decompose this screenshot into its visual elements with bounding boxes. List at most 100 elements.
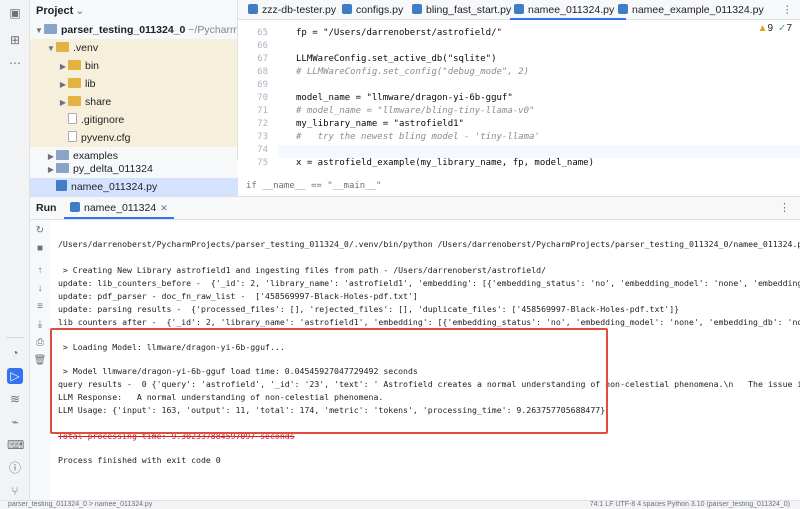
close-icon[interactable]: ✕ <box>160 203 168 213</box>
trash-icon[interactable]: 🗑 <box>33 354 47 368</box>
code-text: # LLMWareConfig.set_config("debug_mode",… <box>296 67 529 77</box>
ok-count: 7 <box>786 23 792 34</box>
soft-wrap-icon[interactable]: ≡ <box>33 300 47 314</box>
code-line: # model_name = "llmware/bling-tiny-llama… <box>296 106 534 116</box>
python-file-icon <box>56 180 67 191</box>
git-icon[interactable]: ⑂ <box>7 483 23 499</box>
status-info[interactable]: 74:1 LF UTF-8 4 spaces Python 3.10 (pars… <box>590 501 790 508</box>
folder-icon <box>56 150 69 160</box>
inspection-widget[interactable]: ▲9 ✓7 <box>758 23 792 34</box>
tree-item-venv[interactable]: ▼ .venv <box>30 39 237 58</box>
tab-label: namee_011324 <box>84 202 157 214</box>
line-number: 68 <box>257 67 268 77</box>
highlight-annotation-box <box>50 328 608 434</box>
tab-namee-example[interactable]: namee_example_011324.py <box>614 0 764 20</box>
line-number: 69 <box>257 80 268 90</box>
tree-item-label: parser_testing_011324_0 <box>61 24 186 36</box>
line-number: 67 <box>257 54 268 64</box>
tree-item-label: .venv <box>73 42 99 54</box>
status-bar: parser_testing_011324_0 > namee_011324.p… <box>0 500 800 509</box>
tab-bling-fast-start[interactable]: bling_fast_start.py <box>408 0 511 20</box>
tab-run-namee[interactable]: namee_011324 ✕ <box>64 197 174 219</box>
tree-item-bin[interactable]: ▶ bin <box>30 57 237 76</box>
more-options-icon[interactable]: ⋮ <box>779 201 790 214</box>
console-line: lib counters after - {'_id': 2, 'library… <box>58 317 800 327</box>
tab-configs[interactable]: configs.py <box>338 0 403 20</box>
chevron-right-icon[interactable]: ▶ <box>58 58 68 76</box>
code-editor[interactable]: ▲9 ✓7 65 fp = "/Users/darrenoberst/astrof… <box>238 20 800 196</box>
tab-label: namee_example_011324.py <box>632 4 764 16</box>
code-text: # try the newest bling model - 'tiny-lla… <box>296 132 540 142</box>
project-panel-header[interactable]: Project ⌄ <box>30 0 237 20</box>
tree-item-namee[interactable]: namee_011324.py <box>30 178 238 196</box>
stop-icon[interactable]: ■ <box>33 242 47 256</box>
python-file-icon <box>514 4 524 14</box>
code-line: fp = "/Users/darrenoberst/astrofield/" <box>296 28 502 38</box>
code-text: LLMWareConfig.set_active_db("sqlite") <box>296 54 497 64</box>
console-line: Process finished with exit code 0 <box>58 455 221 465</box>
tree-item-label: lib <box>85 78 96 90</box>
code-text: fp = "/Users/darrenoberst/astrofield/" <box>296 28 502 38</box>
tree-item-label: pyvenv.cfg <box>81 132 131 144</box>
tree-item-label: bin <box>85 60 100 72</box>
problems-icon[interactable]: ⓘ <box>7 460 23 476</box>
warning-count: 9 <box>767 23 774 34</box>
tree-item-path: ~/PycharmProjects/par <box>188 24 238 36</box>
tab-label: configs.py <box>356 4 404 16</box>
tree-item-label: py_delta_011324 <box>73 163 153 175</box>
more-tools-icon[interactable]: ⋯ <box>7 55 23 71</box>
tree-item-label: share <box>85 96 112 108</box>
layers-icon[interactable]: ≋ <box>7 391 23 407</box>
scroll-down-icon[interactable]: ↓ <box>33 282 47 296</box>
console-line: /Users/darrenoberst/PycharmProjects/pars… <box>58 239 800 249</box>
tree-item-py-delta[interactable]: ▶ py_delta_011324 <box>30 160 238 178</box>
chevron-down-icon[interactable]: ⌄ <box>75 5 84 17</box>
python-console-icon[interactable]: ⌁ <box>7 414 23 430</box>
line-number: 72 <box>257 119 268 129</box>
python-packages-icon[interactable]: ◔ <box>7 345 23 361</box>
chevron-right-icon[interactable]: ▶ <box>46 161 56 179</box>
print-icon[interactable]: ⎙ <box>33 336 47 350</box>
chevron-down-icon[interactable]: ▼ <box>46 40 56 58</box>
tree-item-root[interactable]: ▼ parser_testing_011324_0 ~/PycharmProjec… <box>30 21 238 40</box>
console-line: update: lib_counters_before - {'_id': 2,… <box>58 278 800 288</box>
tree-item-gitignore[interactable]: .gitignore <box>30 111 237 129</box>
chevron-right-icon[interactable]: ▶ <box>58 94 68 112</box>
more-tabs-icon[interactable]: ⋮ <box>778 0 793 20</box>
file-icon <box>68 113 77 124</box>
code-text: # model_name = "llmware/bling-tiny-llama… <box>296 106 535 116</box>
rerun-icon[interactable]: ↻ <box>33 224 47 238</box>
code-breadcrumb[interactable]: if __name__ == "__main__" <box>246 181 381 191</box>
folder-icon <box>68 96 81 106</box>
structure-icon[interactable]: ⊞ <box>7 32 23 48</box>
tab-namee[interactable]: namee_011324.py✕ <box>510 0 626 20</box>
run-toolbar: ↻ ■ ↑ ↓ ≡ ⤓ ⎙ 🗑 <box>30 220 50 500</box>
folder-icon <box>68 78 81 88</box>
chevron-right-icon[interactable]: ▶ <box>58 76 68 94</box>
scroll-up-icon[interactable]: ↑ <box>33 264 47 278</box>
code-text: model_name = "llmware/dragon-yi-6b-gguf" <box>296 93 513 103</box>
toolstrip-divider <box>6 337 24 338</box>
run-panel-header: Run namee_011324 ✕ ⋮ <box>30 196 800 220</box>
terminal-icon[interactable]: ⌨ <box>7 437 24 453</box>
warning-icon: ▲ <box>757 23 768 34</box>
python-file-icon <box>618 4 628 14</box>
tree-item-pyvenv[interactable]: pyvenv.cfg <box>30 129 237 147</box>
python-file-icon <box>342 4 352 14</box>
tree-item-share[interactable]: ▶ share <box>30 93 237 112</box>
line-number: 65 <box>257 28 268 38</box>
line-number: 74 <box>257 145 268 155</box>
run-icon[interactable]: ▷ <box>7 368 23 384</box>
project-panel-title: Project <box>36 5 74 17</box>
chevron-down-icon[interactable]: ▼ <box>34 22 44 40</box>
scroll-end-icon[interactable]: ⤓ <box>33 318 47 332</box>
console-line: update: parsing results - {'processed_fi… <box>58 304 680 314</box>
python-file-icon <box>412 4 422 14</box>
code-line: x = astrofield_example(my_library_name, … <box>296 158 594 168</box>
tab-zzz-db-tester[interactable]: zzz-db-tester.py <box>244 0 336 20</box>
code-line: my_library_name = "astrofield1" <box>296 119 464 129</box>
status-breadcrumb[interactable]: parser_testing_011324_0 > namee_011324.p… <box>8 501 152 508</box>
file-icon <box>68 131 77 142</box>
tree-item-lib[interactable]: ▶ lib <box>30 75 237 94</box>
project-folder-icon[interactable]: ▣ <box>7 5 23 21</box>
